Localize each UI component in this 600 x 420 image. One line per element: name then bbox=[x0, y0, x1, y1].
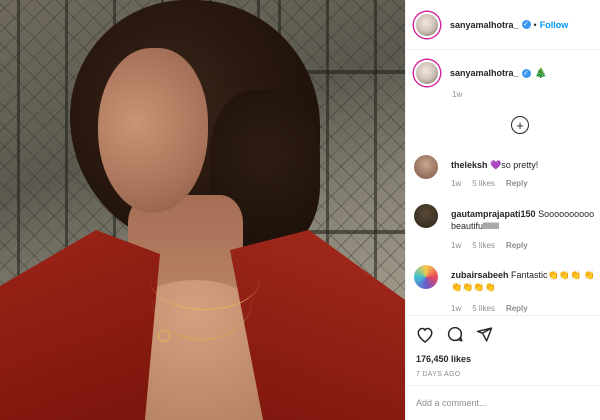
comment-text: gautamprajapati150 Soooooooooo beautiful… bbox=[451, 208, 599, 232]
comment-likes[interactable]: 5 likes bbox=[472, 304, 495, 313]
verified-icon: ✓ bbox=[521, 20, 531, 29]
pendant bbox=[158, 330, 170, 342]
comment-text: theleksh 💜so pretty! bbox=[451, 159, 599, 171]
post-photo[interactable] bbox=[0, 0, 405, 420]
necklace bbox=[152, 260, 252, 340]
avatar[interactable] bbox=[414, 155, 438, 179]
face bbox=[98, 48, 208, 213]
comment-username[interactable]: zubairsabeeh bbox=[451, 270, 509, 280]
share-icon[interactable] bbox=[476, 326, 493, 343]
likes-count[interactable]: 176,450 likes bbox=[416, 354, 591, 364]
post-actions: 176,450 likes 7 DAYS AGO bbox=[406, 315, 600, 378]
comment-body: 💜so pretty! bbox=[490, 160, 539, 170]
comment-likes[interactable]: 5 likes bbox=[472, 241, 495, 250]
caption: sanyamalhotra_ ✓ 🎄 1w bbox=[414, 60, 594, 99]
reply-button[interactable]: Reply bbox=[506, 304, 528, 313]
avatar[interactable] bbox=[414, 204, 438, 228]
comment-time[interactable]: 1w bbox=[451, 241, 461, 250]
heart-icon[interactable] bbox=[416, 326, 434, 343]
reply-button[interactable]: Reply bbox=[506, 241, 528, 250]
add-comment-bar bbox=[406, 385, 600, 420]
comment-meta: 1w 5 likes Reply bbox=[451, 304, 528, 313]
follow-button[interactable]: Follow bbox=[540, 20, 569, 30]
caption-time[interactable]: 1w bbox=[452, 90, 462, 99]
post-sidebar: sanyamalhotra_ ✓ • Follow sanyamalhotra_… bbox=[405, 0, 600, 420]
comment-likes[interactable]: 5 likes bbox=[472, 179, 495, 188]
avatar[interactable] bbox=[414, 60, 440, 86]
comment-username[interactable]: gautamprajapati150 bbox=[451, 209, 536, 219]
verified-icon: ✓ bbox=[521, 68, 531, 78]
comment-meta: 1w 5 likes Reply bbox=[451, 179, 528, 188]
comment-text: zubairsabeeh Fantastic👏👏👏 👏👏👏👏👏 bbox=[451, 269, 599, 293]
username[interactable]: sanyamalhotra_ bbox=[450, 20, 519, 30]
tree-emoji: 🎄 bbox=[534, 67, 547, 79]
comment-meta: 1w 5 likes Reply bbox=[451, 241, 528, 250]
plus-circle-icon[interactable]: + bbox=[511, 116, 529, 134]
post-timestamp[interactable]: 7 DAYS AGO bbox=[416, 371, 591, 378]
comment-time[interactable]: 1w bbox=[451, 179, 461, 188]
comment-input[interactable] bbox=[416, 398, 586, 408]
comment-icon[interactable] bbox=[446, 325, 464, 343]
reply-button[interactable]: Reply bbox=[506, 179, 528, 188]
caption-username[interactable]: sanyamalhotra_ bbox=[450, 68, 519, 78]
comment-username[interactable]: theleksh bbox=[451, 160, 488, 170]
avatar[interactable] bbox=[414, 265, 438, 289]
separator-dot: • bbox=[533, 19, 537, 30]
post-header: sanyamalhotra_ ✓ • Follow bbox=[406, 0, 600, 50]
avatar[interactable] bbox=[414, 11, 440, 38]
comment-time[interactable]: 1w bbox=[451, 304, 461, 313]
